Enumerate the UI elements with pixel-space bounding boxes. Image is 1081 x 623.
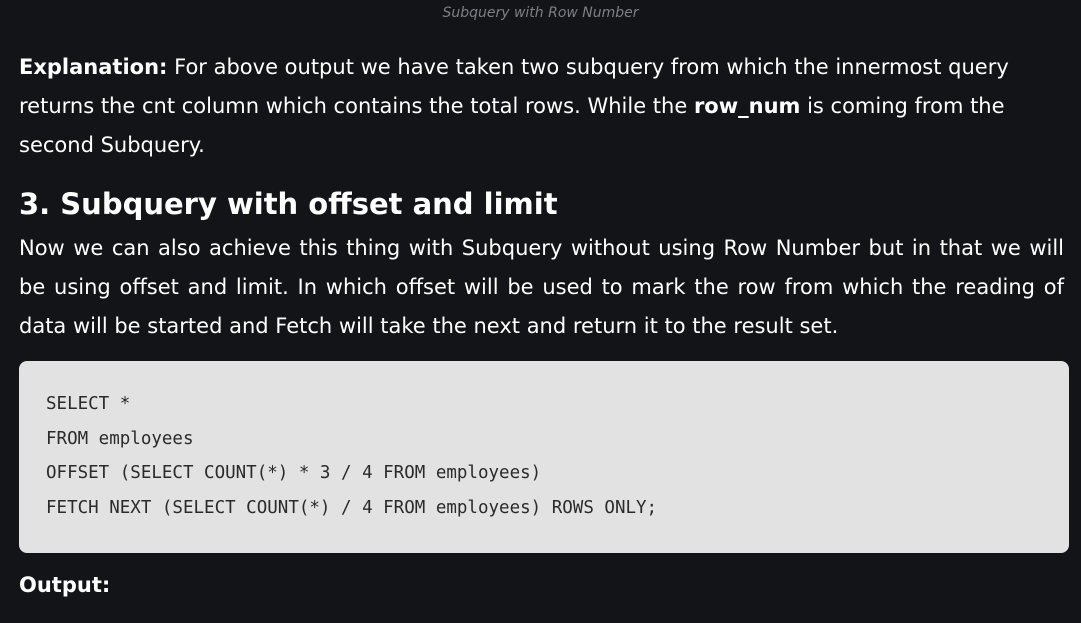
code-block: SELECT * FROM employees OFFSET (SELECT C… <box>19 361 1069 553</box>
code-line: SELECT * <box>46 394 131 414</box>
code-line: FETCH NEXT (SELECT COUNT(*) / 4 FROM emp… <box>46 497 658 518</box>
explanation-bold-term: row_num <box>693 94 801 118</box>
explanation-label: Explanation: <box>19 55 168 79</box>
article-page: Subquery with Row Number Explanation: Fo… <box>0 0 1081 623</box>
image-caption: Subquery with Row Number <box>442 5 639 21</box>
explanation-paragraph: Explanation: For above output we have ta… <box>19 48 1064 165</box>
code-line: FROM employees <box>46 428 194 449</box>
section-heading: 3. Subquery with offset and limit <box>19 187 558 221</box>
code-line: OFFSET (SELECT COUNT(*) * 3 / 4 FROM emp… <box>46 463 542 483</box>
section-intro-paragraph: Now we can also achieve this thing with … <box>19 236 1064 338</box>
output-label: Output: <box>19 573 111 597</box>
